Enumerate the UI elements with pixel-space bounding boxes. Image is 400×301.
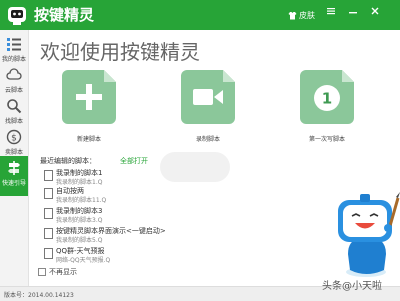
svg-text:$: $ bbox=[11, 134, 17, 144]
search-icon bbox=[7, 99, 22, 114]
close-button[interactable] bbox=[368, 6, 382, 20]
list-item[interactable]: 我录制的脚本1 我录制的脚本1.Q bbox=[44, 168, 184, 186]
checkbox-box[interactable] bbox=[38, 268, 46, 276]
recent-script-path: 我录制的脚本5.Q bbox=[56, 237, 103, 244]
list-item[interactable]: 我录制的脚本3 我录制的脚本3.Q bbox=[44, 206, 184, 224]
menu-icon bbox=[327, 8, 335, 15]
welcome-heading: 欢迎使用按键精灵 bbox=[40, 40, 200, 64]
open-all-link[interactable]: 全部打开 bbox=[120, 156, 148, 166]
document-icon bbox=[44, 170, 53, 181]
number-one-icon: 1 bbox=[314, 85, 340, 111]
sidebar-item-quick-guide[interactable]: 快速引导 bbox=[0, 156, 28, 196]
signpost-icon bbox=[8, 161, 20, 175]
recent-script-path: 我录制的脚本11.Q bbox=[56, 197, 107, 204]
list-icon bbox=[7, 38, 21, 51]
menu-button[interactable] bbox=[324, 6, 338, 20]
minimize-icon bbox=[349, 12, 357, 14]
document-icon bbox=[44, 208, 53, 219]
version-text: 版本号：2014.00.14123 bbox=[4, 292, 74, 299]
first-script-label[interactable]: 第一次写脚本 bbox=[287, 134, 367, 143]
new-script-label[interactable]: 新建脚本 bbox=[49, 134, 129, 143]
sidebar-item-label: 我的脚本 bbox=[1, 56, 26, 63]
recent-script-path: 我录制的脚本3.Q bbox=[56, 217, 103, 224]
new-script-card[interactable] bbox=[62, 70, 116, 124]
skin-label: 皮肤 bbox=[299, 10, 315, 20]
sidebar-item-label: 找脚本 bbox=[4, 118, 23, 125]
recent-scripts-header: 最近编辑的脚本： bbox=[40, 157, 96, 165]
sidebar-item-label: 卖脚本 bbox=[4, 149, 23, 156]
close-icon bbox=[371, 7, 379, 15]
list-item[interactable]: 按键精灵脚本界面演示<一键启动> 我录制的脚本5.Q bbox=[44, 226, 184, 244]
app-logo-icon bbox=[8, 7, 26, 25]
number-one-badge: 1 bbox=[322, 90, 332, 108]
dollar-icon: $ bbox=[6, 129, 22, 145]
recent-script-path: 网络-QQ天气预报.Q bbox=[56, 257, 111, 264]
sidebar-item-label: 快速引导 bbox=[1, 180, 26, 187]
list-item[interactable]: QQ群-天气预报 网络-QQ天气预报.Q bbox=[44, 246, 184, 264]
document-icon bbox=[44, 188, 53, 199]
sidebar-item-label: 云脚本 bbox=[4, 87, 23, 94]
dont-show-again-label: 不再显示 bbox=[49, 268, 77, 276]
recent-script-path: 我录制的脚本1.Q bbox=[56, 179, 103, 186]
watermark-text: 头条@小天啦 bbox=[322, 281, 382, 292]
shirt-icon bbox=[288, 11, 297, 19]
dont-show-again-checkbox[interactable]: 不再显示 bbox=[38, 267, 77, 277]
skin-button[interactable]: 皮肤 bbox=[288, 8, 315, 22]
mascot-illustration bbox=[338, 192, 400, 277]
sidebar: 我的脚本 云脚本 找脚本 $ 卖脚本 快速引导 bbox=[0, 30, 29, 286]
document-icon bbox=[44, 228, 53, 239]
document-icon bbox=[44, 248, 53, 259]
record-script-card[interactable] bbox=[181, 70, 235, 124]
list-item[interactable]: 自动按两 我录制的脚本11.Q bbox=[44, 186, 184, 204]
record-script-label[interactable]: 录制脚本 bbox=[168, 134, 248, 143]
title-bar: 按键精灵 皮肤 bbox=[0, 0, 400, 30]
minimize-button[interactable] bbox=[346, 6, 360, 20]
app-title: 按键精灵 bbox=[34, 6, 95, 24]
first-script-card[interactable]: 1 bbox=[300, 70, 354, 124]
cloud-icon bbox=[6, 68, 22, 80]
